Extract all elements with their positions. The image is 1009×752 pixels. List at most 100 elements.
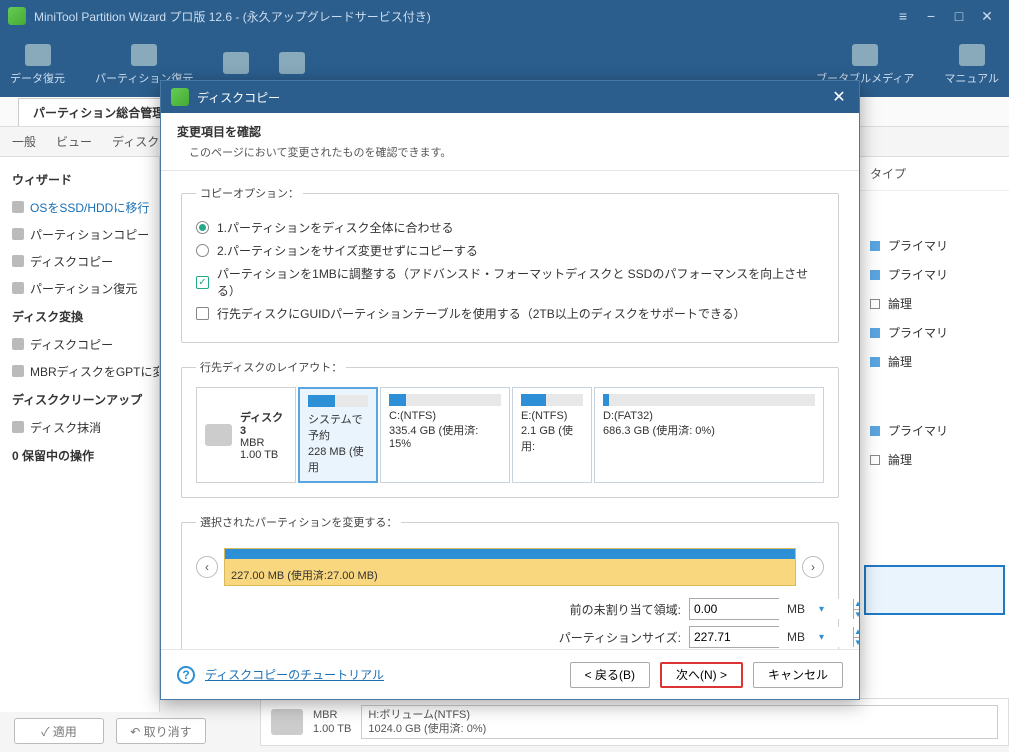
selection-highlight [864, 565, 1005, 615]
sidebar-item-disk-copy2[interactable]: ディスクコピー [0, 331, 159, 358]
sidebar-head-pending: 0 保留中の操作 [0, 441, 159, 470]
type-column-header: タイプ [860, 157, 1009, 191]
sidebar: ウィザード OSをSSD/HDDに移行 パーティションコピー ディスクコピー パ… [0, 157, 160, 712]
sidebar-item-wipe-disk[interactable]: ディスク抹消 [0, 414, 159, 441]
type-item: プライマリ [860, 416, 1009, 445]
subtab-general[interactable]: 一般 [12, 133, 36, 150]
manual-icon [959, 44, 985, 66]
tutorial-link[interactable]: ディスクコピーのチュートリアル [205, 666, 384, 683]
apply-button[interactable]: ✓ 適用 [14, 718, 104, 744]
subtab-view[interactable]: ビュー [56, 133, 92, 150]
dialog-footer: ? ディスクコピーのチュートリアル < 戻る(B) 次へ(N) > キャンセル [161, 649, 859, 699]
square-icon [870, 328, 880, 338]
dialog-title: ディスクコピー [197, 89, 829, 106]
sidebar-item-migrate-os[interactable]: OSをSSD/HDDに移行 [0, 194, 159, 221]
unit-dropdown[interactable]: ▾ [819, 604, 824, 615]
radio-icon[interactable] [196, 244, 209, 257]
image-icon [279, 52, 305, 74]
checkbox-icon[interactable] [196, 307, 209, 320]
option-fit-whole-disk[interactable]: 1.パーティションをディスク全体に合わせる [196, 219, 824, 236]
spin-up-icon[interactable]: ▲ [854, 599, 859, 610]
disk-summary-bar: MBR 1.00 TB H:ボリューム(NTFS) 1024.0 GB (使用済… [260, 698, 1009, 746]
option-use-guid[interactable]: 行先ディスクにGUIDパーティションテーブルを使用する（2TB以上のディスクをサ… [196, 305, 824, 322]
square-icon [870, 299, 880, 309]
unit-dropdown[interactable]: ▾ [819, 632, 824, 643]
layout-partition-card[interactable]: システムで予約 228 MB (使用 [298, 387, 378, 483]
grow-right-button[interactable]: › [802, 556, 824, 578]
type-item: プライマリ [860, 231, 1009, 260]
type-item: プライマリ [860, 318, 1009, 347]
minimize-button[interactable]: − [917, 8, 945, 24]
tool-image[interactable] [279, 52, 305, 78]
layout-partition-card[interactable]: C:(NTFS) 335.4 GB (使用済: 15% [380, 387, 510, 483]
spin-down-icon[interactable]: ▼ [854, 610, 859, 620]
shrink-left-button[interactable]: ‹ [196, 556, 218, 578]
checkbox-icon[interactable] [196, 276, 209, 289]
disk-copy-dialog: ディスクコピー ✕ 変更項目を確認 このページにおいて変更されたものを確認できま… [160, 80, 860, 700]
maximize-button[interactable]: □ [945, 8, 973, 24]
bottom-buttons: ✓ 適用 ↶ 取り消す [14, 718, 206, 744]
destination-layout-legend: 行先ディスクのレイアウト： [196, 359, 346, 375]
input-partition-size[interactable]: ▲▼ [689, 626, 779, 648]
disk-icon [271, 709, 303, 735]
spin-down-icon[interactable]: ▼ [854, 638, 859, 648]
tab-partition-management[interactable]: パーティション総合管理 [18, 98, 179, 126]
next-button[interactable]: 次へ(N) > [660, 662, 743, 688]
partition-size-bar[interactable]: 227.00 MB (使用済:27.00 MB) [224, 548, 796, 586]
partition-recovery-icon [131, 44, 157, 66]
spin-up-icon[interactable]: ▲ [854, 627, 859, 638]
back-button[interactable]: < 戻る(B) [570, 662, 650, 688]
type-item: 論理 [860, 347, 1009, 376]
partition-summary[interactable]: H:ボリューム(NTFS) 1024.0 GB (使用済: 0%) [361, 705, 998, 739]
tool-manual[interactable]: マニュアル [944, 44, 999, 86]
sidebar-head-cleanup: ディスククリーンアップ [0, 385, 159, 414]
dialog-header: 変更項目を確認 このページにおいて変更されたものを確認できます。 [161, 113, 859, 171]
option-copy-without-resize[interactable]: 2.パーティションをサイズ変更せずにコピーする [196, 242, 824, 259]
disk-info: MBR 1.00 TB [313, 708, 351, 736]
layout-disk-card: ディスク 3 MBR 1.00 TB [196, 387, 296, 483]
copy-options-group: コピーオプション： 1.パーティションをディスク全体に合わせる 2.パーティショ… [181, 185, 839, 343]
sidebar-item-partition-copy[interactable]: パーティションコピー [0, 221, 159, 248]
window-title: MiniTool Partition Wizard プロ版 12.6 - (永久… [34, 8, 889, 25]
help-icon[interactable]: ? [177, 666, 195, 684]
cancel-button[interactable]: キャンセル [753, 662, 843, 688]
dialog-icon [171, 88, 189, 106]
dialog-heading: 変更項目を確認 [177, 123, 843, 140]
square-icon [870, 357, 880, 367]
tool-disk[interactable] [223, 52, 249, 78]
subtab-disk[interactable]: ディスク [112, 133, 159, 150]
layout-row: ディスク 3 MBR 1.00 TB システムで予約 228 MB (使用 C:… [196, 387, 824, 483]
dialog-subheading: このページにおいて変更されたものを確認できます。 [177, 144, 843, 160]
sidebar-item-mbr-to-gpt[interactable]: MBRディスクをGPTに変換 [0, 358, 159, 385]
layout-partition-card[interactable]: E:(NTFS) 2.1 GB (使用: [512, 387, 592, 483]
option-align-1mb[interactable]: パーティションを1MBに調整する（アドバンスド・フォーマットディスクと SSDの… [196, 265, 824, 299]
edit-partition-legend: 選択されたパーティションを変更する： [196, 514, 401, 530]
copy-options-legend: コピーオプション： [196, 185, 303, 201]
type-column: タイプ プライマリ プライマリ 論理 プライマリ 論理 プライマリ 論理 [859, 157, 1009, 712]
dialog-titlebar: ディスクコピー ✕ [161, 81, 859, 113]
square-icon [870, 241, 880, 251]
undo-button[interactable]: ↶ 取り消す [116, 718, 206, 744]
edit-partition-group: 選択されたパーティションを変更する： ‹ 227.00 MB (使用済:27.0… [181, 514, 839, 649]
hamburger-icon[interactable]: ≡ [889, 8, 917, 24]
type-item: 論理 [860, 445, 1009, 474]
layout-partition-card[interactable]: D:(FAT32) 686.3 GB (使用済: 0%) [594, 387, 824, 483]
square-icon [870, 426, 880, 436]
field-unallocated-before: 前の未割り当て領域: ▲▼ MB ▾ [196, 598, 824, 620]
sidebar-item-partition-recovery[interactable]: パーティション復元 [0, 275, 159, 302]
tool-data-recovery[interactable]: データ復元 [10, 44, 65, 86]
radio-icon[interactable] [196, 221, 209, 234]
input-unallocated-before[interactable]: ▲▼ [689, 598, 779, 620]
used-space-bar [225, 549, 795, 559]
bootable-media-icon [852, 44, 878, 66]
sidebar-head-wizard: ウィザード [0, 165, 159, 194]
dialog-close-button[interactable]: ✕ [829, 87, 849, 107]
sidebar-item-disk-copy[interactable]: ディスクコピー [0, 248, 159, 275]
square-icon [870, 455, 880, 465]
type-item: プライマリ [860, 260, 1009, 289]
dialog-body: コピーオプション： 1.パーティションをディスク全体に合わせる 2.パーティショ… [161, 171, 859, 649]
app-icon [8, 7, 26, 25]
close-button[interactable]: ✕ [973, 8, 1001, 25]
data-recovery-icon [25, 44, 51, 66]
square-icon [870, 270, 880, 280]
